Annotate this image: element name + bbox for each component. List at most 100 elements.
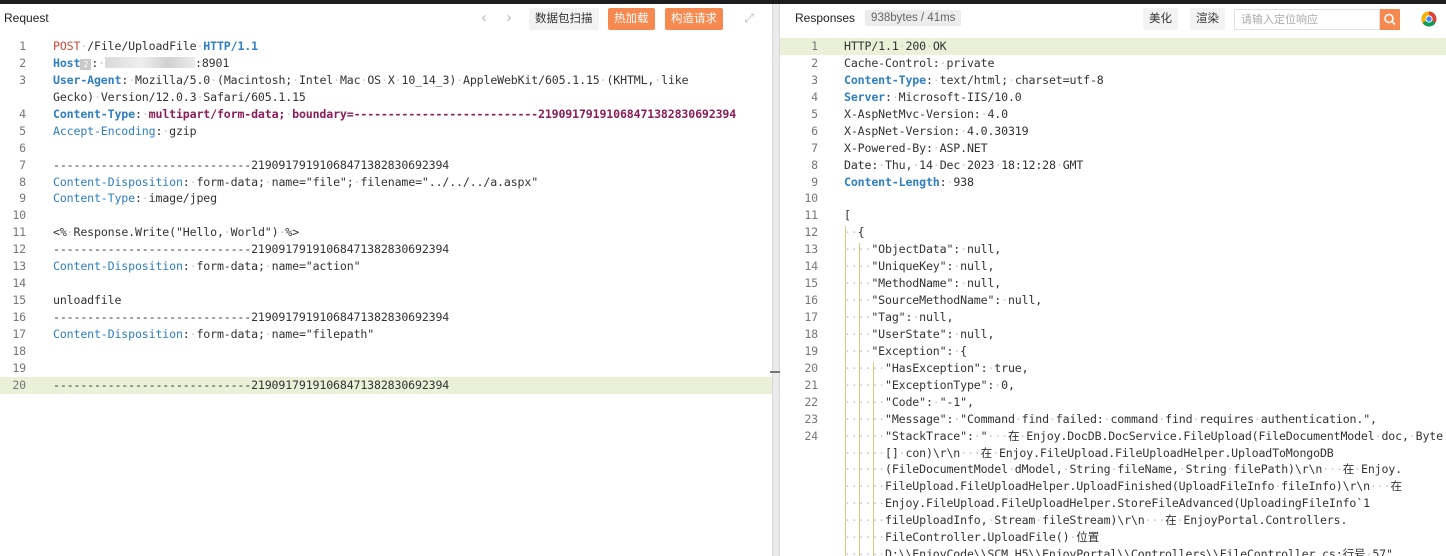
line-text: Content-Length:·938 — [844, 174, 974, 189]
search-icon — [1384, 13, 1396, 26]
line-text: ······FileController.UploadFile()·位置 — [844, 530, 1100, 545]
line-text: ····"Tag":·null, — [844, 310, 954, 324]
line-number: 17 — [12, 326, 26, 341]
line-text: ······"HasException":·true, — [844, 360, 1029, 375]
response-code-line: 1 HTTP/1.1·200·OK — [780, 38, 1446, 55]
response-search-input[interactable] — [1234, 9, 1380, 30]
line-number: 12 — [12, 242, 26, 257]
line-text: unloadfile — [53, 293, 122, 308]
line-text: Content-Type:·text/html;·charset=utf-8 — [844, 72, 1104, 87]
line-number: 13 — [804, 242, 818, 257]
response-code-line: 7 X-Powered-By:·ASP.NET — [780, 140, 1446, 157]
line-text: <%·Response.Write("Hello,·World")·%> — [53, 225, 299, 240]
line-text: POST·/File/UploadFile·HTTP/1.1 — [53, 39, 258, 53]
request-code-line: 14 — [0, 275, 772, 292]
response-size-time-badge: 938bytes / 41ms — [865, 10, 962, 26]
request-code-line: 8 Content-Disposition:·form-data;·name="f… — [0, 174, 772, 191]
line-number: 14 — [804, 259, 818, 274]
line-text: ····"SourceMethodName":·null, — [844, 293, 1043, 308]
line-number: 4 — [19, 106, 26, 121]
line-text: ······"ExceptionType":·0, — [844, 377, 1015, 392]
response-code-line: 11 [ — [780, 207, 1446, 224]
line-text: ······fileUploadInfo,·Stream·fileStream)… — [844, 513, 1348, 528]
line-text: ····"Exception":·{ — [844, 343, 967, 358]
build-request-button[interactable]: 构造请求 — [665, 8, 723, 30]
line-number: 10 — [12, 208, 26, 223]
response-code-line: 15 ····"MethodName":·null, — [780, 275, 1446, 292]
line-number: 10 — [804, 191, 818, 206]
line-text: ····"UniqueKey":·null, — [844, 259, 995, 274]
request-code-line: 4 Content-Type:·multipart/form-data;·boun… — [0, 106, 772, 123]
response-code-line: 3 Content-Type:·text/html;·charset=utf-8 — [780, 72, 1446, 89]
request-code-line: 2 Host 2:·:8901 — [0, 55, 772, 72]
line-text: X-AspNetMvc-Version:·4.0 — [844, 106, 1008, 121]
line-number: 23 — [804, 411, 818, 426]
request-code-line: 17 Content-Disposition:·form-data;·name="… — [0, 326, 772, 343]
response-code-line: ······FileController.UploadFile()·位置 — [780, 529, 1446, 546]
expand-icon[interactable]: ⤢ — [741, 10, 757, 26]
line-text: X-AspNet-Version:·4.0.30319 — [844, 123, 1029, 138]
response-code-line: ······fileUploadInfo,·Stream·fileStream)… — [780, 512, 1446, 529]
response-panel: Responses 938bytes / 41ms 美化 渲染 1 HTTP/1.… — [780, 4, 1446, 556]
line-text: ······"Message":·"Command·find·failed:·c… — [844, 411, 1377, 426]
response-code-line: ······Enjoy.FileUpload.FileUploadHelper.… — [780, 495, 1446, 512]
response-code-line: 20 ······"HasException":·true, — [780, 360, 1446, 377]
request-code-line: 20 -----------------------------219091791… — [0, 376, 772, 394]
line-text: Content-Disposition:·form-data;·name="ac… — [53, 259, 361, 274]
request-code-line: 19 — [0, 360, 772, 377]
line-number: 12 — [804, 225, 818, 240]
line-number: 9 — [811, 174, 818, 189]
request-code-line: 16 -----------------------------219091791… — [0, 309, 772, 326]
line-number: 21 — [804, 377, 818, 392]
line-number: 5 — [19, 123, 26, 138]
hot-load-button[interactable]: 热加载 — [608, 8, 655, 30]
line-number: 16 — [804, 293, 818, 308]
line-number: 7 — [811, 140, 818, 155]
line-text: ······[]·con)\r\n···在·Enjoy.FileUpload.F… — [844, 445, 1334, 460]
request-code-line: 13 Content-Disposition:·form-data;·name="… — [0, 258, 772, 275]
request-editor[interactable]: 1 POST·/File/UploadFile·HTTP/1.1 2 Host 2:·:… — [0, 38, 772, 394]
request-header: Request — [0, 4, 772, 32]
line-text: ··{ — [844, 225, 865, 240]
response-code-line: 9 Content-Length:·938 — [780, 174, 1446, 191]
line-text: ······FileUpload.FileUploadHelper.Upload… — [844, 479, 1402, 494]
line-text: [ — [844, 208, 851, 223]
line-text: ······Enjoy.FileUpload.FileUploadHelper.… — [844, 496, 1370, 511]
line-number: 18 — [12, 343, 26, 358]
response-code-line: 24 ······"StackTrace":·"···在·Enjoy.DocDB.… — [780, 428, 1446, 445]
response-code-line: 2 Cache-Control:·private — [780, 55, 1446, 72]
line-text: ····"ObjectData":·null, — [844, 242, 1002, 257]
line-number: 6 — [19, 140, 26, 155]
line-number: 2 — [19, 55, 26, 70]
line-text: -----------------------------21909179191… — [53, 310, 450, 324]
line-text: -----------------------------21909179191… — [53, 377, 450, 392]
response-code-line: 14 ····"UniqueKey":·null, — [780, 258, 1446, 275]
response-code-line: 17 ····"Tag":·null, — [780, 309, 1446, 326]
chrome-browser-icon[interactable] — [1421, 11, 1437, 27]
response-title: Responses — [795, 11, 856, 25]
response-code-line: ······(FileDocumentModel·dModel,·String·… — [780, 461, 1446, 478]
response-viewer[interactable]: 1 HTTP/1.1·200·OK 2 Cache-Control:·private 3… — [780, 38, 1446, 556]
search-button[interactable] — [1380, 9, 1400, 30]
request-title: Request — [4, 11, 49, 25]
chevron-right-icon[interactable]: › — [500, 9, 518, 27]
line-text: Accept-Encoding:·gzip — [53, 123, 197, 138]
render-button[interactable]: 渲染 — [1190, 8, 1225, 30]
line-text: User-Agent:·Mozilla/5.0·(Macintosh;·Inte… — [53, 72, 689, 87]
line-number: 13 — [12, 259, 26, 274]
request-code-line: 3 User-Agent:·Mozilla/5.0·(Macintosh;·Int… — [0, 72, 772, 89]
chevron-left-icon[interactable]: ‹ — [475, 9, 493, 27]
beautify-button[interactable]: 美化 — [1143, 8, 1178, 30]
line-number: 15 — [12, 293, 26, 308]
line-number: 18 — [804, 326, 818, 341]
response-code-line: 21 ······"ExceptionType":·0, — [780, 377, 1446, 394]
packet-scan-button[interactable]: 数据包扫描 — [529, 8, 599, 30]
line-text: ····"UserState":·null, — [844, 326, 995, 341]
line-number: 3 — [19, 72, 26, 87]
response-code-line: 5 X-AspNetMvc-Version:·4.0 — [780, 106, 1446, 123]
request-code-line: 15 unloadfile — [0, 292, 772, 309]
response-code-line: ······D:\\EnjoyCode\\SCM_H5\\EnjoyPortal… — [780, 546, 1446, 556]
response-code-line: 23 ······"Message":·"Command·find·failed:… — [780, 411, 1446, 428]
panel-splitter[interactable] — [770, 4, 784, 556]
line-text: Content-Disposition:·form-data;·name="fi… — [53, 326, 375, 341]
